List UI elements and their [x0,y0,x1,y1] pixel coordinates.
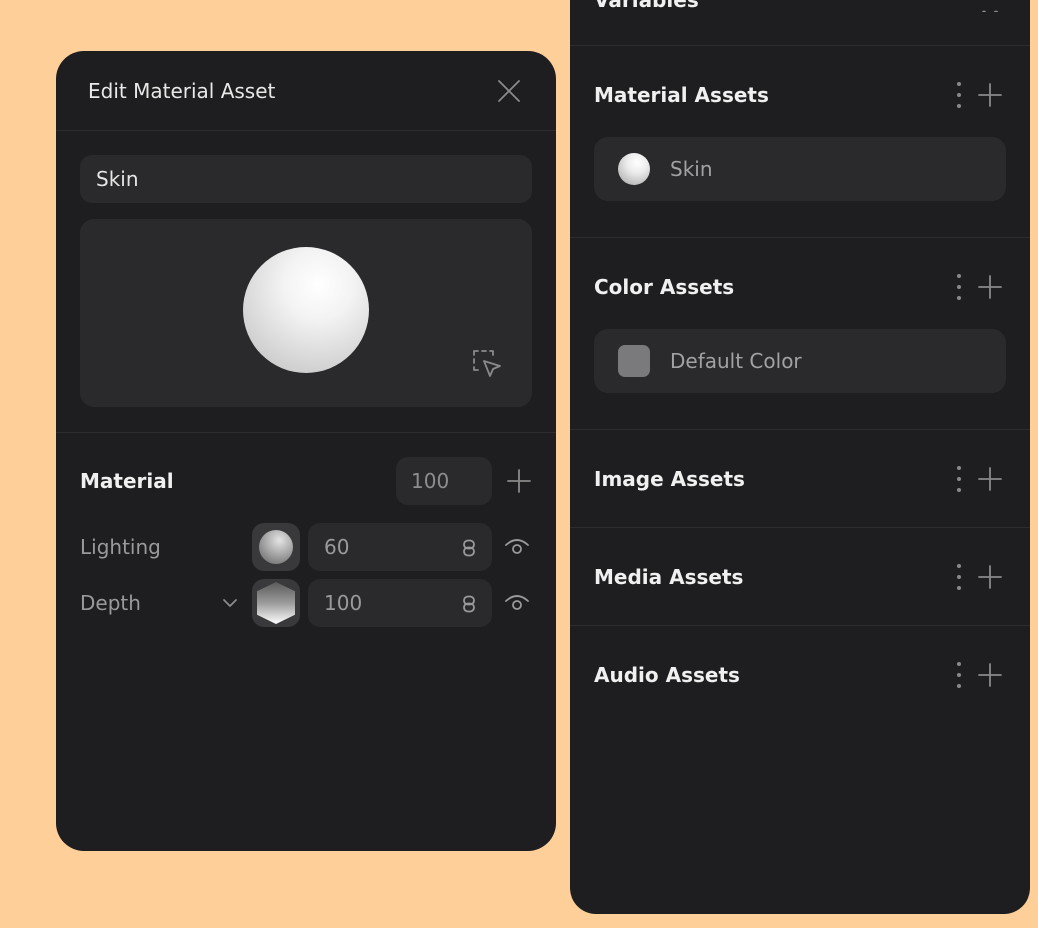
depth-value-input[interactable]: 100 [308,579,492,627]
select-cursor-icon[interactable] [470,347,504,381]
asset-name-input[interactable]: Skin [80,155,532,203]
lighting-value-input[interactable]: 60 [308,523,492,571]
add-icon[interactable] [978,83,1002,107]
media-assets-title: Media Assets [594,565,744,589]
add-icon[interactable] [978,275,1002,299]
lighting-label: Lighting [80,535,161,559]
lighting-value: 60 [324,535,350,559]
material-assets-title: Material Assets [594,83,769,107]
media-assets-section: Media Assets [570,528,1030,626]
color-assets-header: Color Assets [594,267,1002,307]
chevron-down-icon[interactable] [220,593,240,613]
close-icon[interactable] [496,78,522,104]
kebab-menu-icon[interactable] [952,464,966,494]
color-assets-title: Color Assets [594,275,735,299]
audio-assets-section: Audio Assets [570,626,1030,724]
link-icon[interactable] [460,538,478,557]
material-preview [80,219,532,407]
depth-row: Depth 100 [80,579,532,627]
material-value: 100 [411,469,450,493]
color-assets-section: Color Assets Default Color [570,238,1030,430]
kebab-menu-icon[interactable] [952,562,966,592]
sphere-icon [259,530,293,564]
edit-material-panel: Edit Material Asset Skin Material 100 Li… [56,51,556,851]
variables-section: Variables [570,0,1030,46]
kebab-menu-icon[interactable] [952,80,966,110]
add-icon[interactable] [978,467,1002,491]
color-swatch [618,345,650,377]
asset-item-skin[interactable]: Skin [594,137,1006,201]
asset-item-label: Default Color [670,349,802,373]
hexagon-icon [257,582,295,624]
edit-panel-header: Edit Material Asset [56,51,556,131]
depth-label: Depth [80,591,141,615]
kebab-menu-icon[interactable] [952,272,966,302]
edit-panel-title: Edit Material Asset [88,78,276,103]
add-icon[interactable] [978,565,1002,589]
material-value-input[interactable]: 100 [396,457,492,505]
audio-assets-header: Audio Assets [594,655,1002,695]
material-row: Material 100 [80,457,532,505]
material-assets-header: Material Assets [594,75,1002,115]
section-divider [56,432,556,433]
audio-assets-title: Audio Assets [594,663,740,687]
lighting-row: Lighting 60 [80,523,532,571]
variables-title: Variables [594,0,699,12]
media-assets-header: Media Assets [594,557,1002,597]
asset-item-label: Skin [670,157,713,181]
lighting-thumb[interactable] [252,523,300,571]
material-label: Material [80,469,174,493]
more-icon[interactable] [978,0,1002,16]
variables-header: Variables [594,0,1002,20]
depth-value: 100 [324,591,363,615]
depth-thumb[interactable] [252,579,300,627]
kebab-menu-icon[interactable] [952,660,966,690]
assets-panel: Variables Material Assets Skin Color Ass… [570,0,1030,914]
sphere-icon [618,153,650,185]
image-assets-header: Image Assets [594,459,1002,499]
add-icon[interactable] [978,663,1002,687]
asset-item-default-color[interactable]: Default Color [594,329,1006,393]
material-assets-section: Material Assets Skin [570,46,1030,238]
add-layer-icon[interactable] [506,468,532,494]
visibility-icon[interactable] [504,534,530,560]
image-assets-section: Image Assets [570,430,1030,528]
link-icon[interactable] [460,594,478,613]
material-preview-sphere [243,247,369,373]
visibility-icon[interactable] [504,590,530,616]
image-assets-title: Image Assets [594,467,745,491]
asset-name-value: Skin [96,167,139,191]
